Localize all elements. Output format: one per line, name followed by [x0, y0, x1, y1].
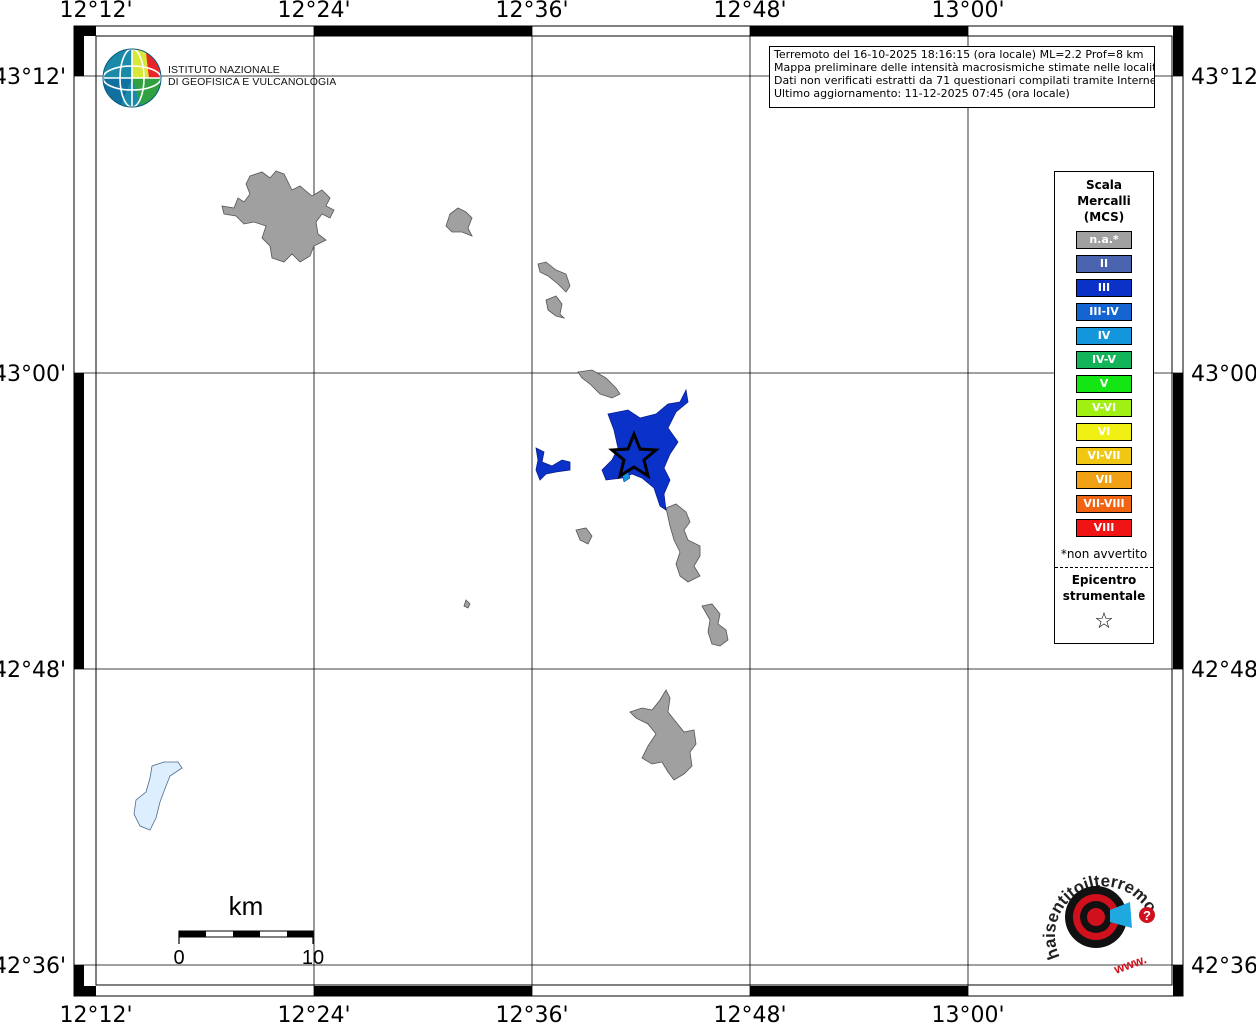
event-info-line: Mappa preliminare delle intensità macros…	[774, 61, 1155, 74]
legend-item: VII	[1076, 471, 1132, 489]
mcs-legend: Scala Mercalli (MCS) n.a.* II III III-IV IV I…	[1054, 171, 1154, 644]
lon-label-top: 12°24'	[277, 0, 350, 23]
legend-epicenter-label: Epicentro	[1071, 573, 1137, 587]
legend-item: n.a.*	[1076, 231, 1132, 249]
hsit-logo: haisentitoilterremoto.it ? www.	[1030, 862, 1161, 977]
epicenter-star-icon: ☆	[1094, 609, 1114, 634]
legend-separator	[1055, 567, 1153, 568]
lat-label-right: 43°00'	[1191, 362, 1256, 387]
lon-label-top: 12°48'	[713, 0, 786, 23]
lat-label-left: 43°12'	[0, 65, 66, 90]
legend-item: II	[1076, 255, 1132, 273]
hsit-www: www.	[1111, 951, 1149, 977]
event-info-line: Terremoto del 16-10-2025 18:16:15 (ora l…	[774, 48, 1144, 61]
lon-label-bottom: 12°36'	[495, 1003, 568, 1024]
scale-bar-unit: km	[229, 891, 264, 921]
lon-label-bottom: 12°48'	[713, 1003, 786, 1024]
legend-item: III	[1076, 279, 1132, 297]
legend-epicenter-label: strumentale	[1062, 589, 1146, 603]
legend-item: IV	[1076, 327, 1132, 345]
hsit-question-icon: ?	[1143, 908, 1151, 923]
event-info-line: Dati non verificati estratti da 71 quest…	[774, 74, 1155, 87]
legend-item: III-IV	[1076, 303, 1132, 321]
ingv-name-line2: DI GEOFISICA E VULCANOLOGIA	[168, 76, 337, 88]
legend-item: VII-VIII	[1076, 495, 1132, 513]
legend-note: *non avvertito	[1060, 547, 1148, 561]
lon-label-bottom: 13°00'	[931, 1003, 1004, 1024]
lat-label-right: 42°36'	[1191, 954, 1256, 979]
lon-label-bottom: 12°24'	[277, 1003, 350, 1024]
lon-label-bottom: 12°12'	[59, 1003, 132, 1024]
scale-bar-end: 10	[302, 947, 324, 969]
legend-title: Scala	[1085, 178, 1123, 192]
ingv-logo: ISTITUTO NAZIONALE DI GEOFISICA E VULCAN…	[100, 46, 336, 110]
legend-item: V-VI	[1076, 399, 1132, 417]
legend-item: V	[1076, 375, 1132, 393]
lon-label-top: 12°12'	[59, 0, 132, 23]
event-info-box: Terremoto del 16-10-2025 18:16:15 (ora l…	[769, 46, 1155, 108]
lat-label-left: 42°36'	[0, 954, 66, 979]
legend-title: (MCS)	[1083, 210, 1125, 224]
legend-item: VI-VII	[1076, 447, 1132, 465]
legend-title: Mercalli	[1077, 194, 1131, 208]
lat-label-right: 42°48'	[1191, 658, 1256, 683]
lat-label-left: 42°48'	[0, 658, 66, 683]
ingv-name-line1: ISTITUTO NAZIONALE	[168, 64, 280, 76]
scale-bar-start: 0	[173, 947, 184, 969]
legend-item: IV-V	[1076, 351, 1132, 369]
lat-label-right: 43°12'	[1191, 65, 1256, 90]
event-info-line: Ultimo aggiornamento: 11-12-2025 07:45 (…	[774, 87, 1070, 100]
lon-label-top: 12°36'	[495, 0, 568, 23]
globe-icon	[102, 48, 162, 108]
legend-item: VI	[1076, 423, 1132, 441]
legend-items: n.a.* II III III-IV IV IV-V V V-VI VI VI-VII VII VI…	[1055, 231, 1153, 537]
legend-item: VIII	[1076, 519, 1132, 537]
lon-label-top: 13°00'	[931, 0, 1004, 23]
lat-label-left: 43°00'	[0, 362, 66, 387]
